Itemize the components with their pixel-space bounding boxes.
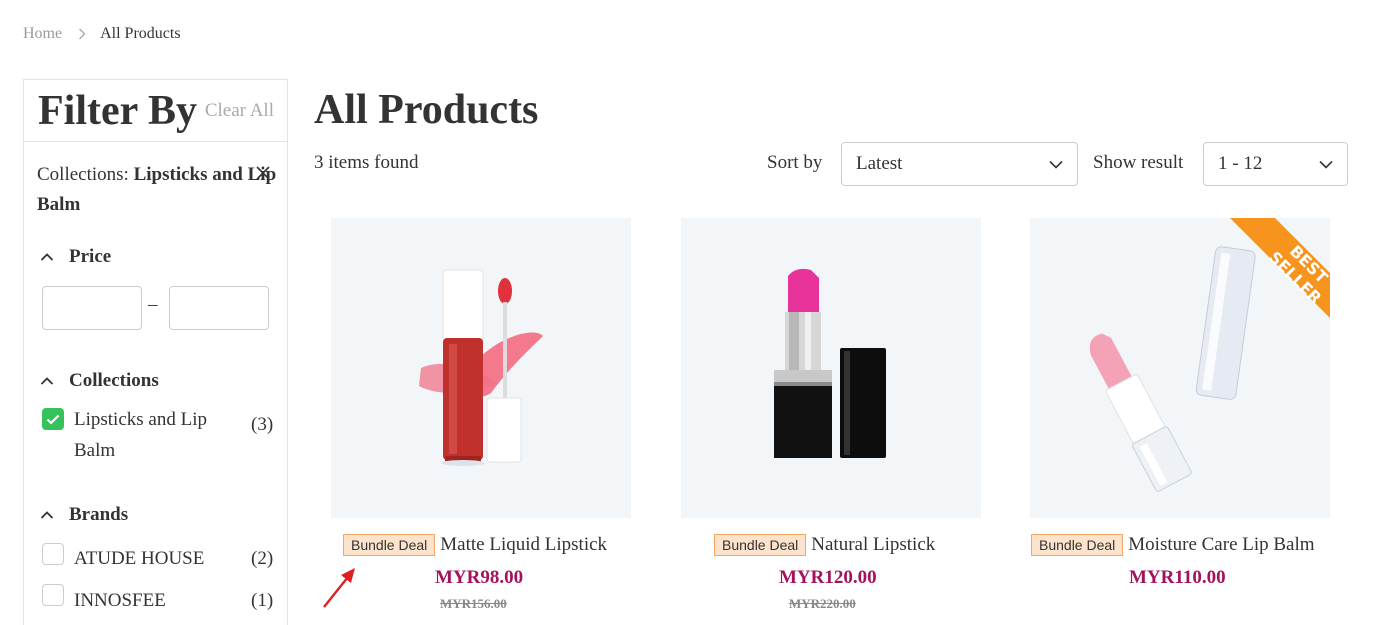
product-name[interactable]: Moisture Care Lip Balm xyxy=(1128,534,1314,556)
brand-option-label: INNOSFEE xyxy=(74,590,166,611)
collection-option-count: (3) xyxy=(251,414,274,435)
price-min-input[interactable] xyxy=(42,286,142,330)
product-name[interactable]: Matte Liquid Lipstick xyxy=(440,534,607,556)
active-filter: Collections: Lipsticks and Lip Balm xyxy=(37,160,277,220)
product-name[interactable]: Natural Lipstick xyxy=(811,534,935,556)
price-section-label: Price xyxy=(69,246,112,267)
chevron-down-icon xyxy=(1319,160,1333,169)
product-title-row: Bundle Deal Natural Lipstick xyxy=(714,534,935,556)
clear-all-button[interactable]: Clear All xyxy=(205,100,274,122)
brand-option-atude-house[interactable]: ATUDE HOUSE xyxy=(42,543,204,574)
chevron-up-icon xyxy=(40,511,54,519)
product-image[interactable] xyxy=(681,218,981,518)
chevron-up-icon xyxy=(40,253,54,261)
filter-title: Filter By xyxy=(38,87,198,134)
chevron-right-icon xyxy=(78,28,86,40)
page-title: All Products xyxy=(314,87,539,133)
price-max-input[interactable] xyxy=(169,286,269,330)
brand-option-count: (2) xyxy=(251,548,274,569)
sort-select[interactable]: Latest xyxy=(841,142,1078,186)
price-range-dash: – xyxy=(148,294,158,315)
sort-select-value: Latest xyxy=(856,153,903,174)
show-result-select[interactable]: 1 - 12 xyxy=(1203,142,1348,186)
annotation-arrow-icon xyxy=(323,568,355,608)
checkbox[interactable] xyxy=(42,584,64,606)
product-price: MYR120.00 xyxy=(779,567,877,588)
checkbox[interactable] xyxy=(42,543,64,565)
show-result-label: Show result xyxy=(1093,152,1184,173)
check-icon xyxy=(46,414,60,425)
product-card[interactable]: Bundle Deal Matte Liquid Lipstick MYR98.… xyxy=(331,218,631,611)
collection-option-label: Lipsticks and Lip Balm xyxy=(74,409,207,461)
product-price: MYR110.00 xyxy=(1129,567,1226,588)
filter-header: Filter By Clear All xyxy=(24,80,287,142)
product-old-price: MYR156.00 xyxy=(440,596,507,611)
product-price: MYR98.00 xyxy=(435,567,524,588)
brand-option-count: (1) xyxy=(251,590,274,611)
product-title-row: Bundle Deal Moisture Care Lip Balm xyxy=(1031,534,1315,556)
product-image[interactable] xyxy=(331,218,631,518)
show-result-value: 1 - 12 xyxy=(1218,153,1263,174)
product-card[interactable]: Bundle Deal Natural Lipstick MYR120.00 M… xyxy=(681,218,981,611)
bundle-deal-badge: Bundle Deal xyxy=(343,534,436,556)
collections-section-toggle[interactable]: Collections xyxy=(40,370,159,392)
breadcrumb-current: All Products xyxy=(100,25,181,42)
breadcrumb-home-link[interactable]: Home xyxy=(23,25,62,43)
collection-option-lipsticks[interactable]: Lipsticks and Lip Balm xyxy=(42,408,212,466)
items-found-count: 3 items found xyxy=(314,152,419,173)
brands-section-label: Brands xyxy=(69,504,129,525)
price-section-toggle[interactable]: Price xyxy=(40,246,111,268)
chevron-down-icon xyxy=(1049,160,1063,169)
bundle-deal-badge: Bundle Deal xyxy=(714,534,807,556)
filter-panel: Filter By Clear All Collections: Lipstic… xyxy=(23,79,288,625)
active-filter-prefix: Collections: xyxy=(37,164,129,185)
breadcrumb: Home All Products xyxy=(23,25,181,43)
brands-section-toggle[interactable]: Brands xyxy=(40,504,128,526)
product-image[interactable]: BEST SELLER xyxy=(1030,218,1330,518)
product-title-row: Bundle Deal Matte Liquid Lipstick xyxy=(343,534,607,556)
best-seller-ribbon: BEST SELLER xyxy=(1215,218,1330,333)
brand-option-innosfee[interactable]: INNOSFEE xyxy=(42,584,166,616)
checkbox-checked[interactable] xyxy=(42,408,64,430)
collections-section-label: Collections xyxy=(69,370,159,391)
sort-by-label: Sort by xyxy=(767,152,823,173)
product-old-price: MYR220.00 xyxy=(789,596,856,611)
chevron-up-icon xyxy=(40,377,54,385)
lipstick-image xyxy=(774,268,886,458)
brand-option-label: ATUDE HOUSE xyxy=(74,548,205,569)
liquid-lipstick-image xyxy=(419,269,543,466)
product-card[interactable]: BEST SELLER Bundle Deal Moisture Care Li… xyxy=(1030,218,1330,588)
close-icon[interactable] xyxy=(255,165,271,181)
bundle-deal-badge: Bundle Deal xyxy=(1031,534,1124,556)
